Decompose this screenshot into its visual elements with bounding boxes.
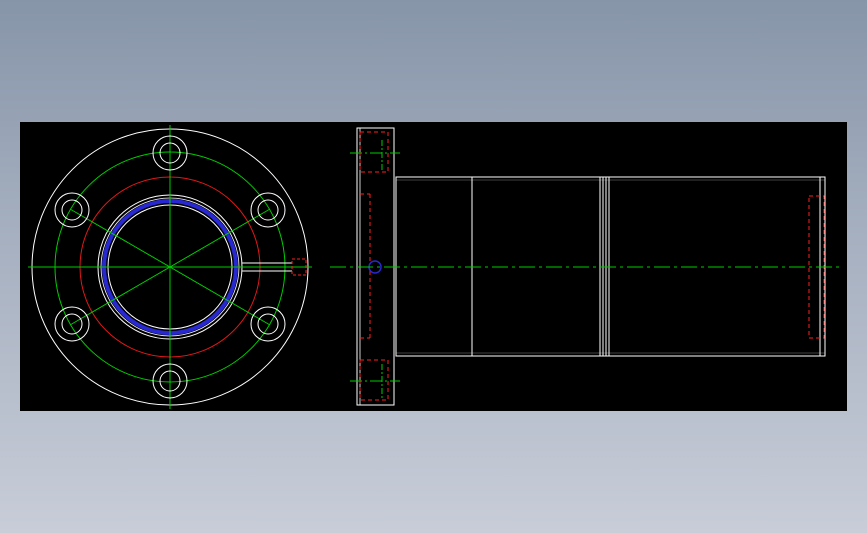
cad-drawing bbox=[28, 125, 840, 409]
cad-viewport[interactable] bbox=[20, 122, 847, 411]
front-view-flange bbox=[28, 125, 312, 409]
side-view-bushing bbox=[330, 127, 840, 406]
